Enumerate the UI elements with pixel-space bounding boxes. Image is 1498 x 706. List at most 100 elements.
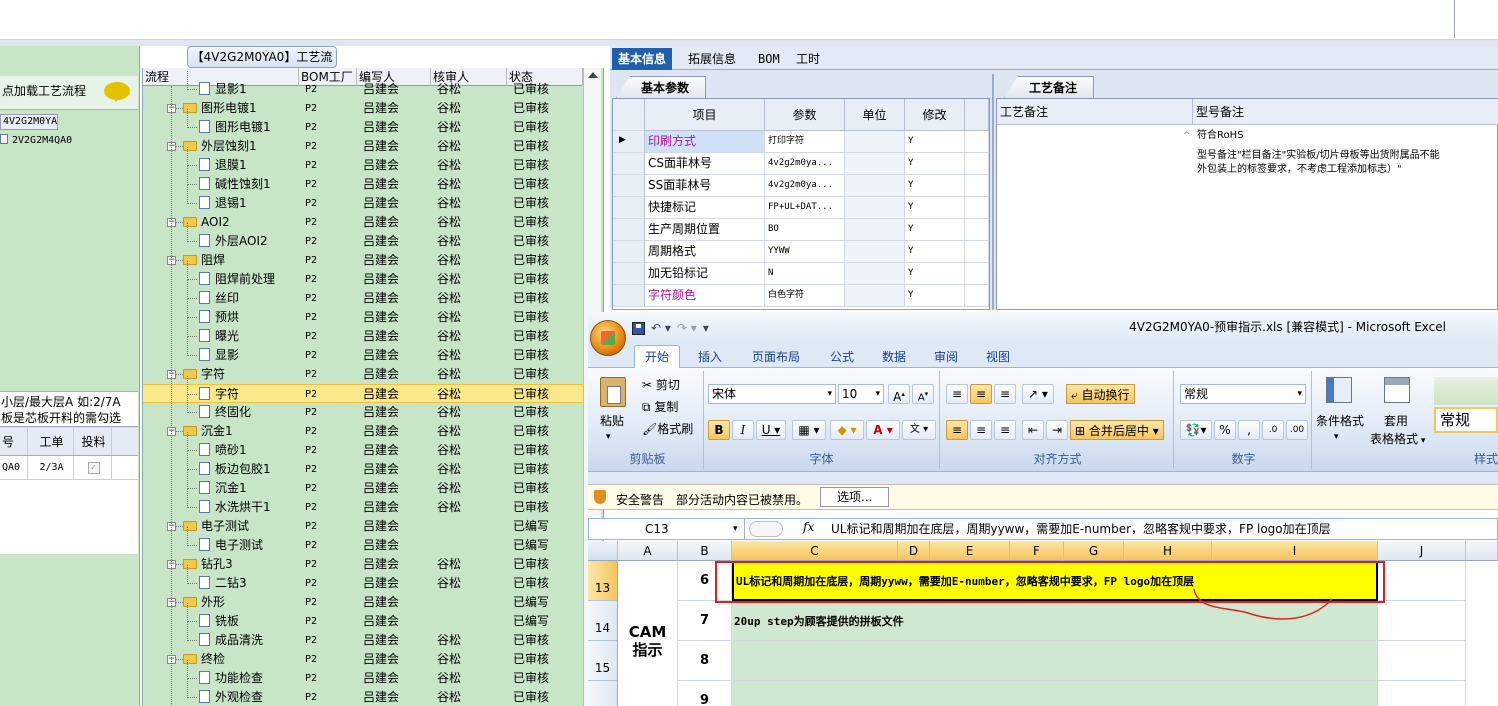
tab-bom[interactable]: BOM <box>752 48 786 70</box>
tree-row[interactable]: 外观检查 P2 吕建会 谷松 已审核 <box>143 679 583 706</box>
tree-row[interactable]: 板边包胶1 P2 吕建会 谷松 已审核 <box>143 451 583 479</box>
tab-extended-info[interactable]: 拓展信息 <box>682 48 742 70</box>
style-gallery-top[interactable] <box>1434 377 1498 405</box>
param-col-item[interactable]: 项目 <box>645 99 765 131</box>
underline-icon[interactable]: U ▾ <box>756 420 786 440</box>
customize-qat-icon[interactable]: ▾ <box>703 321 709 335</box>
tree-row[interactable]: 退锡1 P2 吕建会 谷松 已审核 <box>143 185 583 213</box>
notes-col-process[interactable]: 工艺备注 <box>997 99 1193 125</box>
param-value-cell[interactable]: 4v2g2m0ya... <box>765 175 845 197</box>
tree-row[interactable]: 阻焊 − P2 吕建会 谷松 已审核 <box>143 251 583 270</box>
tree-row[interactable]: 图形电镀1− P2 吕建会 谷松 已审核 <box>143 99 583 118</box>
comma-icon[interactable]: , <box>1238 420 1260 440</box>
param-unit-cell[interactable] <box>845 263 905 285</box>
tree-row[interactable]: AOI2− P2 吕建会 谷松 已审核 <box>143 213 583 232</box>
tree-row[interactable]: 外层蚀刻1− P2 吕建会 谷松 已审核 <box>143 137 583 156</box>
param-value-cell[interactable]: N <box>765 263 845 285</box>
param-item-cell[interactable]: 印刷方式 <box>645 131 765 153</box>
paste-button[interactable]: 粘贴 <box>600 411 624 431</box>
tree-row[interactable]: 钻孔3− P2 吕建会 谷松 已审核 <box>143 555 583 574</box>
apply-button[interactable]: 套用 <box>1384 411 1408 431</box>
tree-row[interactable]: 曝光 P2 吕建会 谷松 已审核 <box>143 318 583 346</box>
save-icon[interactable] <box>632 321 645 335</box>
paste-icon[interactable] <box>600 377 626 407</box>
tree-node-2v2g2m4qa0[interactable]: 2V2G2M4QA0 <box>0 134 72 148</box>
number-format-select[interactable]: 常规 ▾ <box>1180 384 1306 404</box>
tree-row[interactable]: 成品清洗 P2 吕建会 谷松 已审核 <box>143 622 583 650</box>
tree-row[interactable]: 功能检查 P2 吕建会 谷松 已审核 <box>143 660 583 688</box>
currency-icon[interactable]: 💱▾ <box>1180 420 1212 440</box>
align-middle-icon[interactable]: ≡ <box>970 384 992 404</box>
param-modify-cell[interactable]: Y <box>905 197 965 219</box>
phonetic-icon[interactable]: 文 ▾ <box>902 420 936 440</box>
model-note[interactable]: 符合RoHS 型号备注"栏目备注"实验板/切片母板等出货附属品不能 外包装上的标… <box>1197 129 1440 177</box>
process-notes-tab[interactable]: 工艺备注 <box>1004 76 1095 98</box>
table-format-button[interactable]: 表格格式 ▾ <box>1370 429 1425 449</box>
tab-insert[interactable]: 插入 <box>688 346 732 368</box>
tab-page-layout[interactable]: 页面布局 <box>742 346 810 368</box>
percent-icon[interactable]: % <box>1214 420 1236 440</box>
cut-button[interactable]: ✂ 剪切 <box>642 375 680 395</box>
param-unit-cell[interactable] <box>845 219 905 241</box>
param-unit-cell[interactable] <box>845 197 905 219</box>
param-modify-cell[interactable]: Y <box>905 175 965 197</box>
tree-row[interactable]: 终固化 P2 吕建会 谷松 已审核 <box>143 394 583 422</box>
tree-row[interactable]: 显影 P2 吕建会 谷松 已审核 <box>143 337 583 365</box>
param-item-cell[interactable]: CS面菲林号 <box>645 153 765 175</box>
order-table-row[interactable]: QA0 2/3A ✓ <box>0 456 138 480</box>
merge-center-button[interactable]: ⊞ 合并后居中 ▾ <box>1070 420 1164 440</box>
font-name-select[interactable]: 宋体 ▾ <box>708 384 836 404</box>
row-indicator[interactable]: ▶ <box>613 131 645 153</box>
borders-icon[interactable]: ▦ ▾ <box>792 420 826 440</box>
tree-row[interactable]: 阻焊前处理 P2 吕建会 谷松 已审核 <box>143 261 583 289</box>
row-indicator[interactable] <box>613 219 645 241</box>
param-item-cell[interactable]: 加无铅标记 <box>645 263 765 285</box>
tree-row[interactable]: 外形 − P2 吕建会 已编写 <box>143 593 583 612</box>
tab-man-hours[interactable]: 工时 <box>790 48 826 70</box>
tree-row[interactable]: 喷砂1 P2 吕建会 谷松 已审核 <box>143 432 583 460</box>
orientation-icon[interactable]: ↗ ▾ <box>1022 384 1054 404</box>
param-value-cell[interactable]: YYWW <box>765 241 845 263</box>
fill-color-icon[interactable]: ◆ ▾ <box>830 420 864 440</box>
param-col-value[interactable]: 参数 <box>765 99 845 131</box>
param-value-cell[interactable]: 4v2g2m0ya... <box>765 153 845 175</box>
feed-checkbox[interactable]: ✓ <box>87 461 100 474</box>
tree-row[interactable]: 水洗烘干1 P2 吕建会 谷松 已审核 <box>143 489 583 517</box>
tree-row[interactable]: 电子测试 − P2 吕建会 已编写 <box>143 517 583 536</box>
tab-view[interactable]: 视图 <box>976 346 1020 368</box>
increase-decimal-icon[interactable]: .0 <box>1262 420 1284 440</box>
panel-splitter[interactable] <box>992 74 994 310</box>
bold-icon[interactable]: B <box>708 420 730 440</box>
decrease-decimal-icon[interactable]: .00 <box>1286 420 1308 440</box>
tree-row[interactable]: 二钻3 P2 吕建会 谷松 已审核 <box>143 565 583 593</box>
tree-row[interactable]: 丝印 P2 吕建会 谷松 已审核 <box>143 280 583 308</box>
conditional-format-button[interactable]: 条件格式 <box>1316 411 1364 431</box>
param-modify-cell[interactable]: Y <box>905 241 965 263</box>
font-size-select[interactable]: 10 ▾ <box>838 384 884 404</box>
param-item-cell[interactable]: 快捷标记 <box>645 197 765 219</box>
param-item-cell[interactable]: 周期格式 <box>645 241 765 263</box>
tree-node-4v2g2m0ya0[interactable]: 4V2G2M0YA0 <box>0 114 58 130</box>
notes-col-model[interactable]: 型号备注 <box>1193 99 1498 125</box>
options-button[interactable]: 选项... <box>820 487 890 507</box>
formula-input[interactable]: UL标记和周期加在底层，周期yyww，需要加E-number，忽略客规中要求，F… <box>831 520 1331 537</box>
align-top-icon[interactable]: ≡ <box>946 384 968 404</box>
format-painter-button[interactable]: 🖌格式刷 <box>642 419 693 439</box>
speech-bubble-icon[interactable] <box>104 82 130 102</box>
align-right-icon[interactable]: ≡ <box>994 420 1016 440</box>
align-left-icon[interactable]: ≡ <box>946 420 968 440</box>
conditional-format-icon[interactable] <box>1326 377 1352 403</box>
row-indicator[interactable] <box>613 175 645 197</box>
param-unit-cell[interactable] <box>845 241 905 263</box>
shrink-font-icon[interactable]: A▾ <box>912 384 934 404</box>
param-col-modify[interactable]: 修改 <box>905 99 965 131</box>
cell-feed[interactable]: ✓ <box>74 456 112 479</box>
param-value-cell[interactable]: 白色字符 <box>765 285 845 307</box>
param-unit-cell[interactable] <box>845 175 905 197</box>
tab-formulas[interactable]: 公式 <box>820 346 864 368</box>
table-format-icon[interactable] <box>1384 377 1410 403</box>
tree-row[interactable]: 外层AOI2 P2 吕建会 谷松 已审核 <box>143 223 583 251</box>
formula-splitter[interactable] <box>749 521 783 537</box>
param-unit-cell[interactable] <box>845 153 905 175</box>
undo-icon[interactable]: ↶ ▾ <box>651 321 671 335</box>
